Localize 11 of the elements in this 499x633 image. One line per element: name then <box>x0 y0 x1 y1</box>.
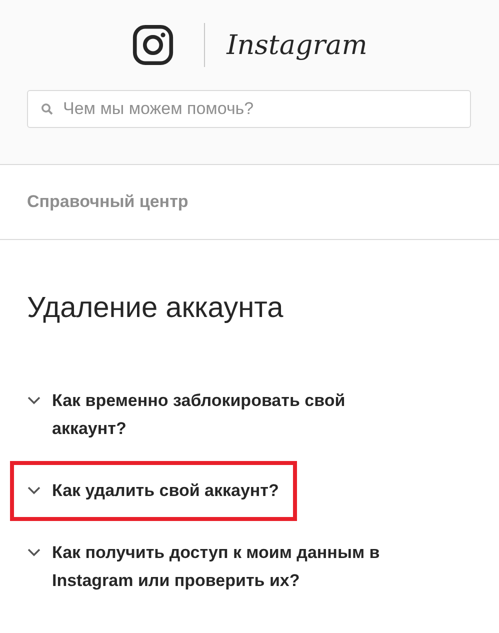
page-heading: Удаление аккаунта <box>27 292 284 325</box>
search-icon <box>41 103 53 115</box>
chevron-icon <box>27 486 41 495</box>
search-field[interactable]: Чем мы можем помочь? <box>27 90 471 128</box>
camera-icon[interactable] <box>132 24 174 66</box>
chevron-icon <box>27 548 41 557</box>
question-item[interactable]: Как получить доступ к моим данным в Instagram или проверить их? <box>10 527 420 607</box>
chevron-icon <box>27 396 41 405</box>
question-item[interactable]: Как временно заблокировать свой аккаунт? <box>10 375 420 455</box>
logo-wordmark[interactable]: Instagram <box>226 30 368 60</box>
highlighted-question-item[interactable]: Как удалить свой аккаунт? <box>10 461 297 521</box>
